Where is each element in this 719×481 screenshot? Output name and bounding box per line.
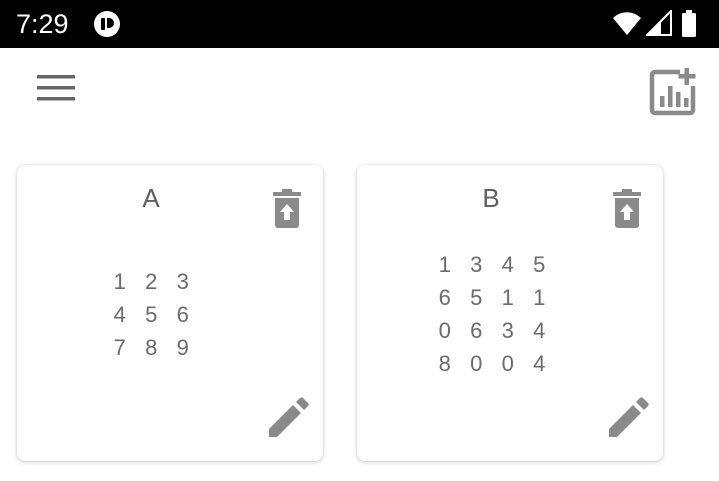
matrix-card-a[interactable]: A 123 456 789	[17, 165, 323, 461]
delete-icon	[273, 189, 301, 228]
matrix-title: A	[142, 183, 160, 213]
cell-signal-icon	[646, 10, 672, 36]
matrix-grid: 123 456 789	[104, 265, 199, 364]
matrix-cell: 1	[533, 285, 546, 310]
matrix-cell: 5	[533, 252, 546, 277]
matrix-cell: 6	[470, 318, 483, 343]
matrix-cell: 4	[533, 318, 546, 343]
add-chart-icon	[649, 68, 696, 116]
delete-button[interactable]	[611, 189, 643, 229]
matrix-cell: 4	[533, 351, 546, 376]
matrix-cell: 0	[470, 351, 483, 376]
matrix-cell: 8	[145, 335, 158, 360]
matrix-grid: 1345651106348004	[429, 248, 555, 380]
matrix-card-b[interactable]: B 1345651106348004	[357, 165, 663, 461]
delete-icon	[613, 189, 641, 228]
matrix-cell: 4	[501, 252, 514, 277]
battery-icon	[682, 10, 696, 37]
edit-button[interactable]	[267, 397, 309, 439]
app-notification-icon	[94, 11, 120, 37]
matrix-cell: 3	[176, 269, 189, 294]
matrix-cell: 1	[113, 269, 126, 294]
matrix-cell: 6	[438, 285, 451, 310]
delete-button[interactable]	[271, 189, 303, 229]
app-bar	[0, 48, 719, 128]
matrix-title: B	[482, 183, 500, 213]
add-matrix-button[interactable]	[646, 62, 704, 118]
menu-button[interactable]	[28, 64, 84, 112]
matrix-cell: 1	[438, 252, 451, 277]
matrix-cell: 5	[145, 302, 158, 327]
status-bar: 7:29	[0, 0, 719, 48]
matrix-cell: 3	[501, 318, 514, 343]
matrix-cell: 0	[438, 318, 451, 343]
matrix-cell: 2	[145, 269, 158, 294]
matrix-cell: 9	[176, 335, 189, 360]
wifi-icon	[613, 12, 641, 35]
matrix-cell: 0	[501, 351, 514, 376]
status-time: 7:29	[16, 9, 69, 39]
matrix-cell: 3	[470, 252, 483, 277]
hamburger-menu-icon	[37, 75, 75, 101]
edit-pencil-icon	[269, 397, 309, 437]
matrix-cell: 7	[113, 335, 126, 360]
matrix-cell: 1	[501, 285, 514, 310]
matrix-cell: 8	[438, 351, 451, 376]
edit-button[interactable]	[607, 397, 649, 439]
matrix-cell: 4	[113, 302, 126, 327]
matrix-cell: 5	[470, 285, 483, 310]
edit-pencil-icon	[609, 397, 649, 437]
matrix-cell: 6	[176, 302, 189, 327]
